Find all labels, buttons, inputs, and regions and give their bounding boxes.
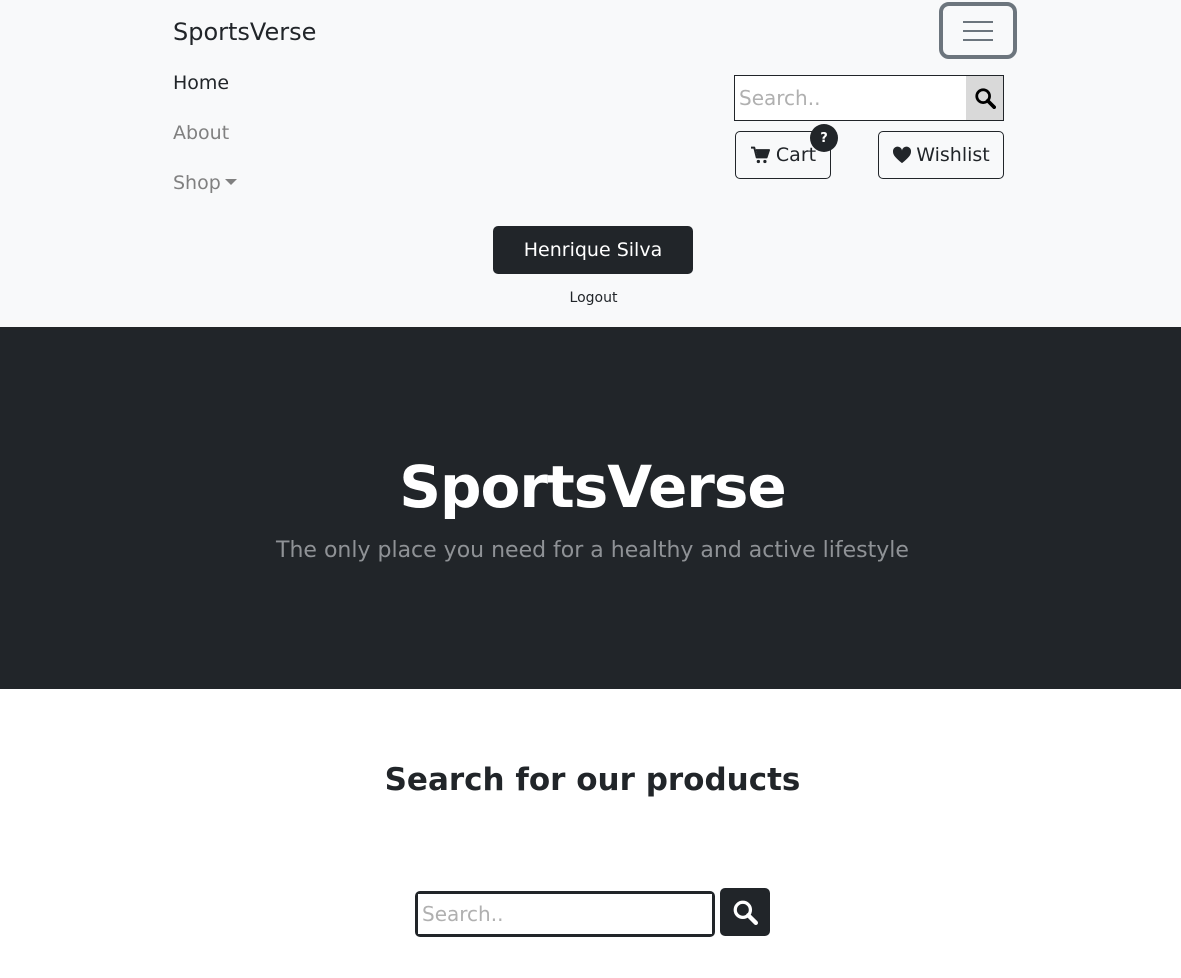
hamburger-icon-bar [963, 30, 993, 32]
nav-link-about[interactable]: About [173, 121, 229, 145]
hero-banner: SportsVerse The only place you need for … [0, 327, 1181, 689]
logout-link-text[interactable]: Logout [570, 290, 618, 306]
hamburger-icon [963, 21, 993, 23]
product-search-input[interactable] [418, 894, 712, 934]
cart-label: Cart [775, 144, 817, 166]
search-icon [974, 88, 996, 109]
hamburger-icon-bar [963, 39, 993, 41]
caret-down-icon [224, 179, 237, 185]
product-search-box [415, 891, 715, 937]
cart-icon [750, 146, 770, 164]
navbar-search-button[interactable] [966, 76, 1003, 120]
brand-logo[interactable]: SportsVerse [173, 16, 316, 48]
nav-link-home[interactable]: Home [173, 71, 229, 95]
hero-subtitle: The only place you need for a healthy an… [276, 538, 909, 563]
nav-link-shop-label: Shop [173, 172, 221, 194]
navbar-search-input[interactable] [735, 76, 966, 120]
wishlist-button[interactable]: Wishlist [878, 131, 1004, 179]
product-search-button[interactable] [720, 888, 770, 936]
user-account-button[interactable]: Henrique Silva [493, 226, 693, 274]
wishlist-label: Wishlist [916, 144, 990, 166]
navbar-toggler[interactable] [939, 2, 1017, 59]
product-search-title: Search for our products [384, 762, 801, 798]
search-icon [733, 900, 758, 925]
navbar: SportsVerse Home About Shop Cart ? [0, 0, 1181, 327]
navbar-search [734, 75, 1004, 121]
hero-title: SportsVerse [399, 453, 787, 521]
nav-dropdown-shop[interactable]: Shop [173, 171, 237, 195]
cart-count-badge: ? [810, 124, 838, 152]
logout-link: Logout [0, 290, 1181, 306]
heart-icon [893, 146, 912, 164]
